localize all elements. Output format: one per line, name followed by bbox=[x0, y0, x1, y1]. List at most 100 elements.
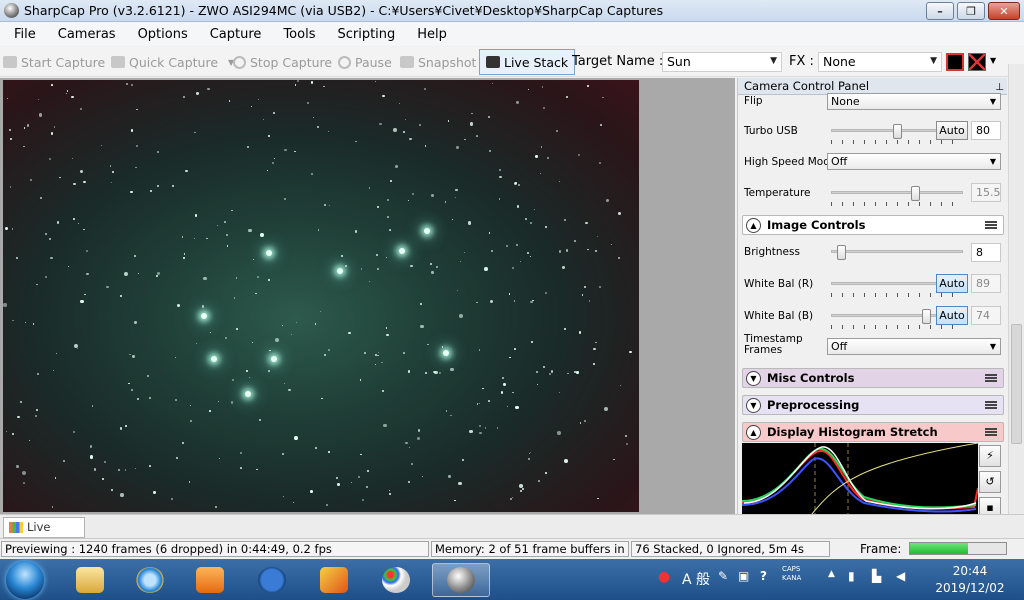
panel-scrollbar[interactable] bbox=[1008, 64, 1024, 514]
star bbox=[257, 275, 260, 278]
hp-taskbar-button[interactable] bbox=[246, 563, 298, 597]
quick-capture-button[interactable]: Quick Capture ▼ bbox=[111, 52, 234, 72]
ime-indicator[interactable]: A 般 bbox=[682, 569, 710, 589]
auto-stretch-icon[interactable]: ⚡ bbox=[979, 445, 1001, 467]
star bbox=[551, 370, 554, 373]
star bbox=[375, 363, 377, 366]
star bbox=[136, 108, 138, 111]
star bbox=[487, 115, 490, 118]
star bbox=[314, 447, 317, 450]
turbo-usb-auto-button[interactable]: Auto bbox=[936, 121, 968, 140]
volume-icon[interactable]: ◀ bbox=[896, 569, 905, 583]
window-title: SharpCap Pro (v3.2.6121) - ZWO ASI294MC … bbox=[24, 3, 664, 18]
ie-taskbar-button[interactable] bbox=[124, 563, 176, 597]
show-hidden-icons[interactable]: ▲ bbox=[828, 569, 835, 579]
star bbox=[9, 186, 11, 188]
menu-icon[interactable] bbox=[985, 221, 997, 229]
star bbox=[235, 327, 238, 330]
live-stack-button[interactable]: Live Stack bbox=[479, 49, 576, 75]
snapshot-button[interactable]: Snapshot bbox=[400, 52, 476, 72]
device-icon[interactable]: ▮ bbox=[848, 569, 855, 583]
star bbox=[103, 460, 107, 463]
star bbox=[12, 433, 15, 436]
paint-taskbar-button[interactable] bbox=[370, 563, 422, 597]
stop-capture-button[interactable]: Stop Capture bbox=[233, 52, 332, 72]
preprocessing-group[interactable]: ▼ Preprocessing bbox=[742, 395, 1004, 415]
star bbox=[282, 495, 285, 498]
pause-button[interactable]: Pause bbox=[338, 52, 392, 72]
menu-scripting[interactable]: Scripting bbox=[329, 27, 403, 42]
explorer-taskbar-button[interactable] bbox=[64, 563, 116, 597]
star bbox=[209, 409, 211, 412]
start-capture-button[interactable]: Start Capture bbox=[3, 52, 105, 72]
frame-progress-bar bbox=[909, 542, 1007, 555]
maximize-button[interactable]: ❐ bbox=[957, 2, 985, 20]
flip-dropdown[interactable]: None ▼ bbox=[827, 93, 1001, 110]
histogram-group[interactable]: ▲ Display Histogram Stretch bbox=[742, 422, 1004, 442]
star bbox=[482, 387, 484, 390]
image-controls-group[interactable]: ▲ Image Controls bbox=[742, 215, 1004, 235]
system-clock[interactable]: 20:44 2019/12/02 bbox=[925, 563, 1015, 597]
live-stack-image[interactable] bbox=[3, 80, 639, 512]
no-overlay-icon[interactable] bbox=[968, 53, 986, 71]
media-player-taskbar-button[interactable] bbox=[184, 563, 236, 597]
reticle-icon[interactable] bbox=[946, 53, 964, 71]
menu-options[interactable]: Options bbox=[130, 27, 196, 42]
save-icon[interactable]: ▪ bbox=[979, 497, 1001, 514]
minimize-button[interactable]: – bbox=[926, 2, 954, 20]
menu-file[interactable]: File bbox=[6, 27, 44, 42]
chevron-down-icon[interactable]: ▼ bbox=[990, 56, 996, 65]
notification-icon[interactable]: ● bbox=[658, 569, 670, 585]
histogram-display[interactable] bbox=[742, 443, 978, 514]
ime-dict-icon[interactable]: ▣ bbox=[738, 569, 749, 583]
menu-icon[interactable] bbox=[985, 374, 997, 382]
reset-icon[interactable]: ↺ bbox=[979, 471, 1001, 493]
star bbox=[233, 297, 236, 299]
menu-help[interactable]: Help bbox=[409, 27, 455, 42]
collapse-icon[interactable]: ▲ bbox=[746, 218, 761, 233]
star bbox=[539, 172, 541, 174]
scrollbar-thumb[interactable] bbox=[1011, 324, 1022, 444]
menu-icon[interactable] bbox=[985, 401, 997, 409]
star bbox=[557, 431, 562, 435]
brightness-slider[interactable] bbox=[831, 245, 963, 260]
star bbox=[419, 324, 424, 329]
fx-combo[interactable]: None ▼ bbox=[818, 52, 942, 72]
start-button[interactable] bbox=[6, 561, 44, 599]
slider-thumb[interactable] bbox=[892, 124, 902, 139]
tab-live-stack[interactable]: Live Stack bbox=[3, 517, 85, 553]
menu-cameras[interactable]: Cameras bbox=[50, 27, 124, 42]
media-player-icon bbox=[196, 567, 224, 593]
wb-blue-auto-button[interactable]: Auto bbox=[936, 306, 968, 325]
expand-icon[interactable]: ▼ bbox=[746, 398, 761, 413]
target-name-combo[interactable]: Sun ▼ bbox=[662, 52, 782, 72]
help-icon[interactable]: ? bbox=[760, 569, 767, 583]
image-viewport[interactable] bbox=[0, 78, 735, 514]
high-speed-dropdown[interactable]: Off ▼ bbox=[827, 153, 1001, 170]
app-icon[interactable] bbox=[4, 3, 19, 18]
timestamp-dropdown[interactable]: Off ▼ bbox=[827, 338, 1001, 355]
slider-thumb[interactable] bbox=[922, 309, 932, 324]
expand-icon[interactable]: ▼ bbox=[746, 371, 761, 386]
star bbox=[56, 353, 58, 355]
close-button[interactable]: ✕ bbox=[988, 2, 1020, 20]
star bbox=[218, 457, 221, 459]
star bbox=[9, 137, 12, 140]
menu-icon[interactable] bbox=[985, 428, 997, 436]
star bbox=[427, 343, 430, 346]
turbo-usb-value[interactable]: 80 bbox=[971, 121, 1001, 140]
wb-red-auto-button[interactable]: Auto bbox=[936, 274, 968, 293]
network-icon[interactable]: ▙ bbox=[872, 569, 881, 583]
misc-controls-group[interactable]: ▼ Misc Controls bbox=[742, 368, 1004, 388]
collapse-icon[interactable]: ▲ bbox=[746, 425, 761, 440]
menu-tools[interactable]: Tools bbox=[275, 27, 323, 42]
menu-capture[interactable]: Capture bbox=[202, 27, 270, 42]
app-taskbar-button[interactable] bbox=[308, 563, 360, 597]
sharpcap-taskbar-button[interactable] bbox=[432, 563, 490, 597]
star bbox=[355, 140, 358, 143]
slider-thumb[interactable] bbox=[837, 245, 847, 260]
brightness-value[interactable]: 8 bbox=[971, 243, 1001, 262]
star bbox=[189, 405, 191, 407]
ime-tool-icon[interactable]: ✎ bbox=[718, 569, 728, 583]
star bbox=[409, 447, 411, 449]
